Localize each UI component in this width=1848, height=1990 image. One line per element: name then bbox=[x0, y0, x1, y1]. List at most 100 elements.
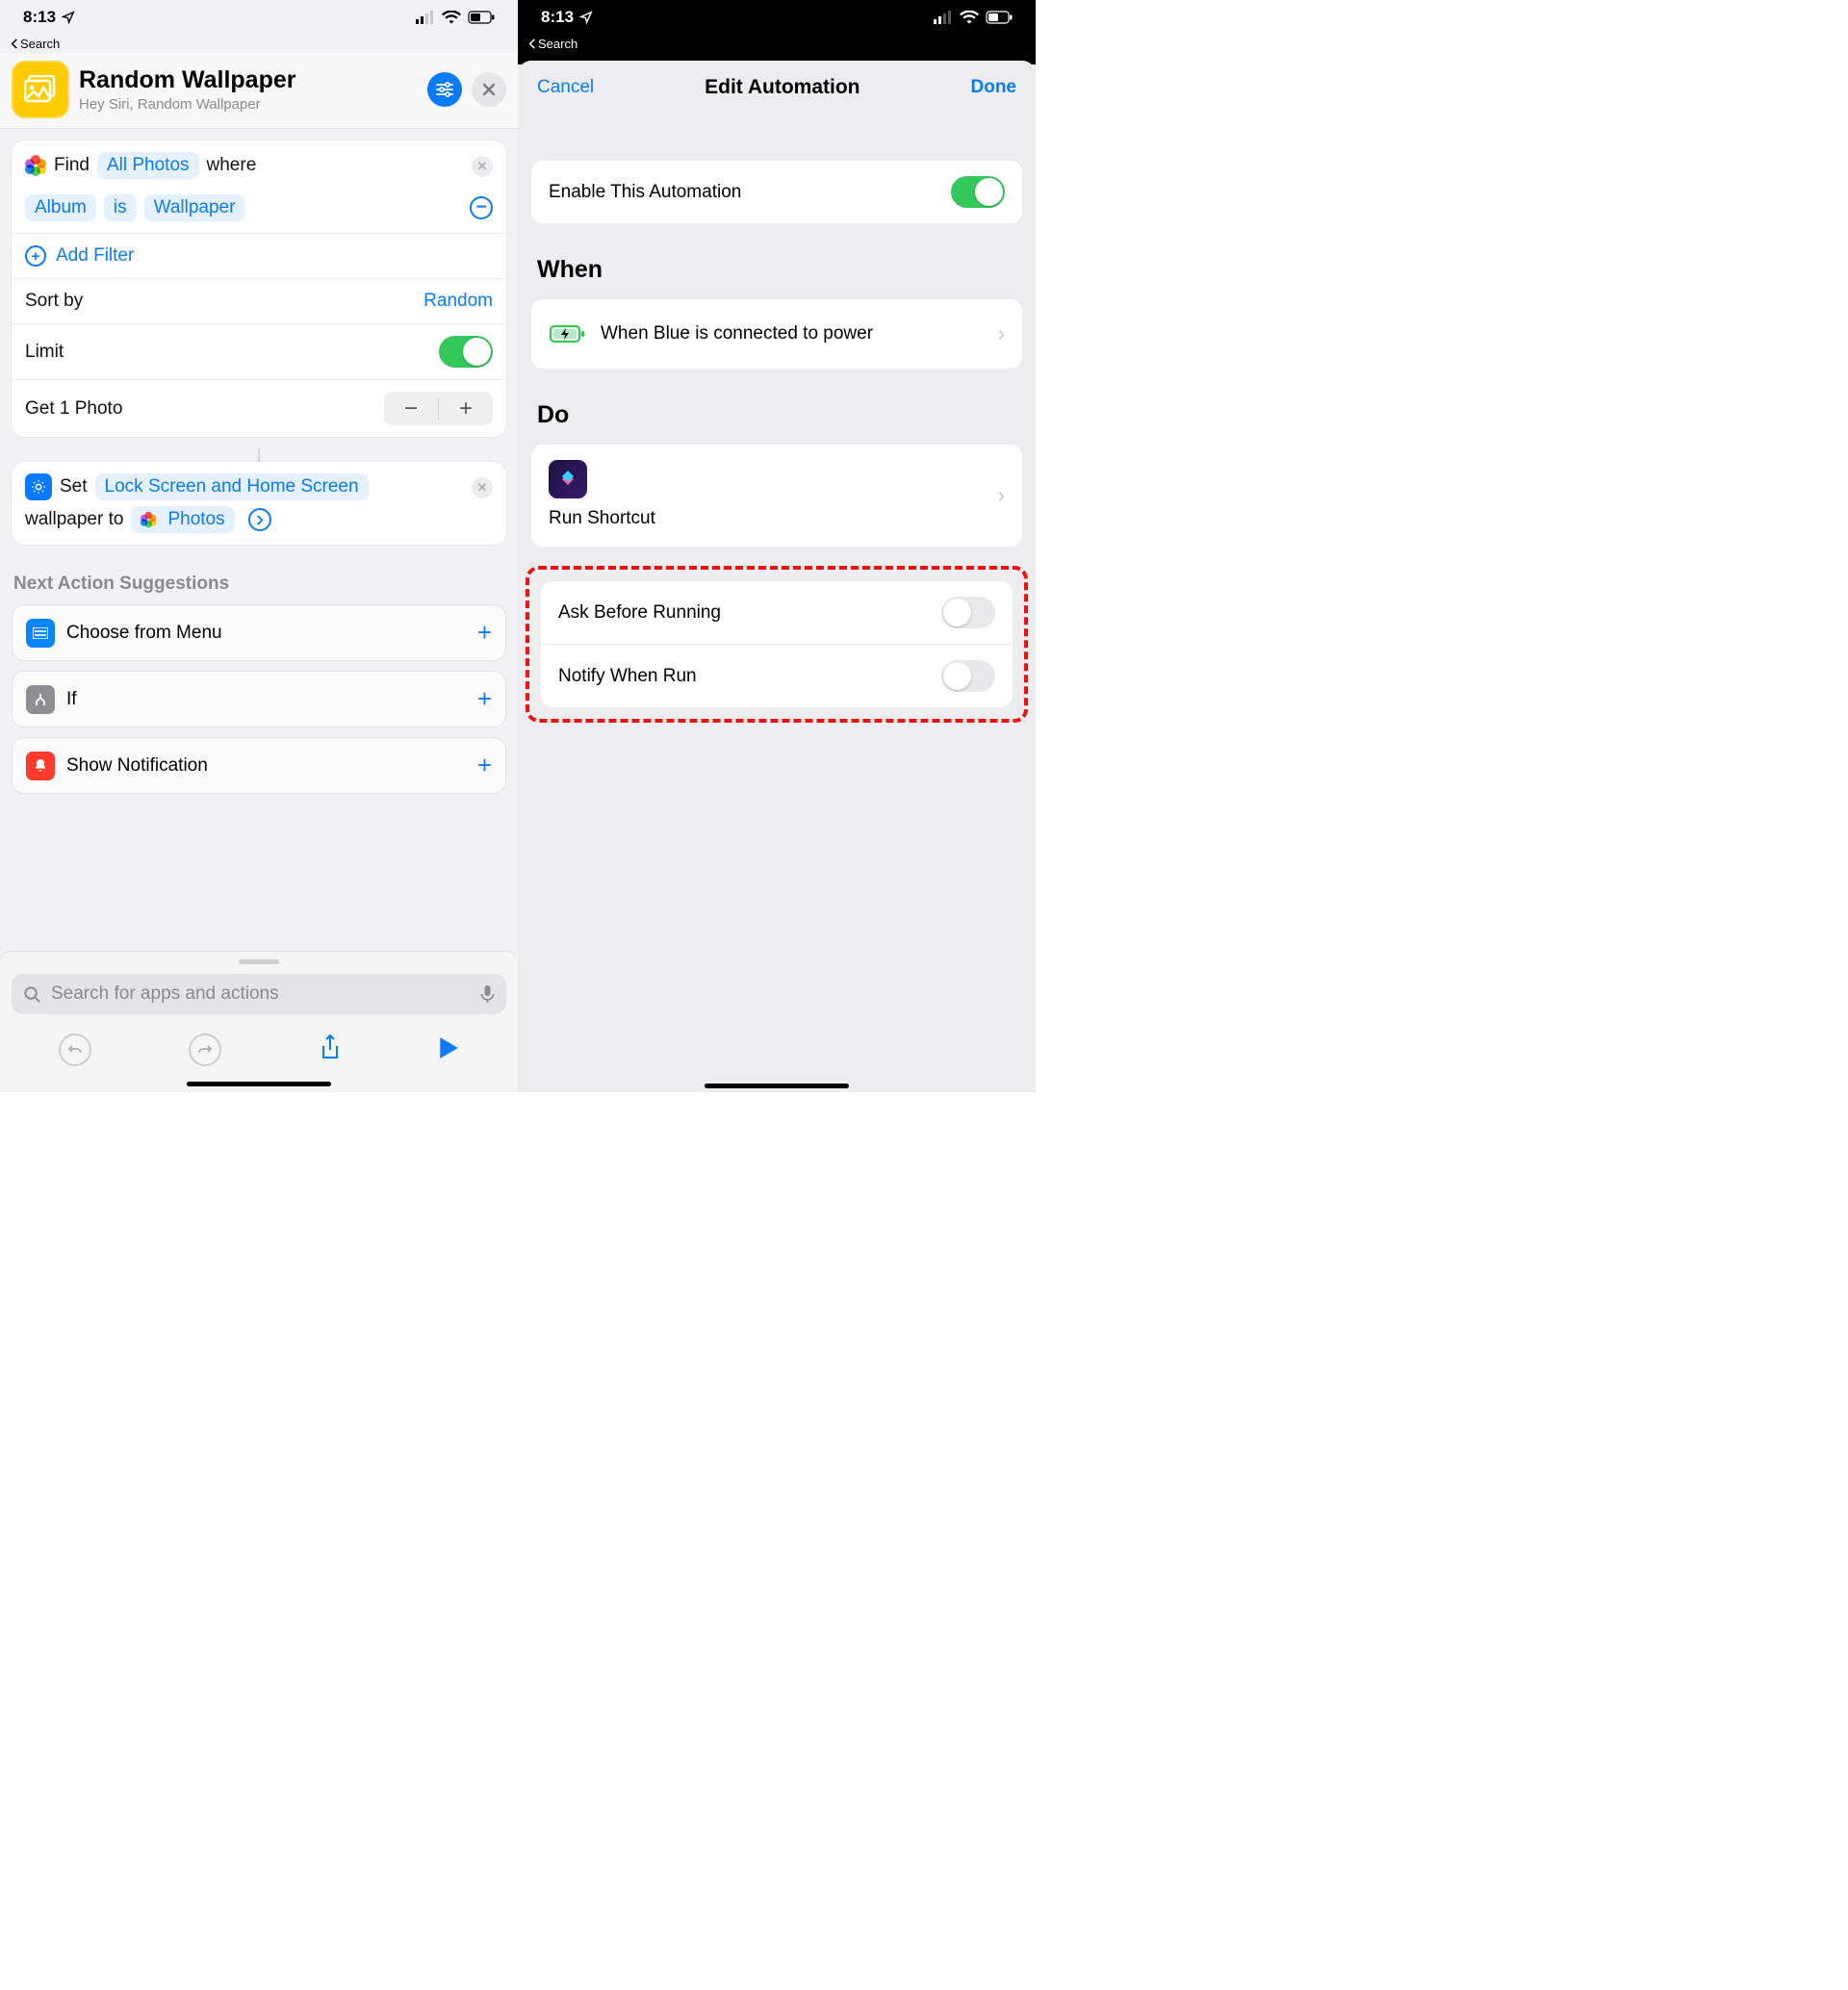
sort-by-label: Sort by bbox=[25, 291, 83, 312]
bottom-dock: Search for apps and actions bbox=[0, 951, 518, 1092]
filter-op-token[interactable]: is bbox=[104, 194, 137, 221]
photos-icon bbox=[141, 512, 157, 528]
share-button[interactable] bbox=[320, 1034, 341, 1066]
notification-icon bbox=[26, 752, 55, 780]
ask-label: Ask Before Running bbox=[558, 602, 721, 624]
mic-icon[interactable] bbox=[480, 984, 495, 1004]
remove-filter-button[interactable]: − bbox=[470, 196, 493, 219]
edit-automation-screen: 8:13 Search Cancel Edit Automation Done … bbox=[518, 0, 1036, 1092]
enable-automation-row: Enable This Automation bbox=[531, 161, 1022, 223]
plus-icon: + bbox=[25, 245, 46, 267]
do-action-label: Run Shortcut bbox=[549, 508, 655, 529]
grabber[interactable] bbox=[239, 959, 279, 964]
sort-by-row[interactable]: Sort by Random bbox=[12, 278, 506, 323]
battery-icon bbox=[468, 11, 495, 24]
photos-icon bbox=[25, 155, 46, 176]
set-wallpaper-action: Set Lock Screen and Home Screen wallpape… bbox=[12, 462, 506, 545]
when-header: When bbox=[518, 231, 1036, 292]
chevron-right-icon: › bbox=[998, 321, 1005, 346]
cancel-button[interactable]: Cancel bbox=[537, 77, 594, 98]
suggestion-notification[interactable]: Show Notification + bbox=[12, 737, 506, 794]
ask-before-running-toggle[interactable] bbox=[941, 597, 995, 628]
find-source-token[interactable]: All Photos bbox=[97, 152, 199, 179]
stepper-plus[interactable]: + bbox=[439, 392, 493, 425]
add-suggestion-icon[interactable]: + bbox=[477, 684, 492, 714]
limit-toggle[interactable] bbox=[439, 336, 493, 368]
location-icon bbox=[62, 11, 75, 24]
delete-action-icon[interactable]: ✕ bbox=[472, 477, 493, 498]
get-photo-label: Get 1 Photo bbox=[25, 398, 122, 420]
filter-field-token[interactable]: Album bbox=[25, 194, 96, 221]
add-suggestion-icon[interactable]: + bbox=[477, 618, 492, 648]
close-button[interactable] bbox=[472, 72, 506, 107]
suggestion-if[interactable]: If + bbox=[12, 671, 506, 727]
shortcut-header: Random Wallpaper Hey Siri, Random Wallpa… bbox=[0, 53, 518, 129]
add-suggestion-icon[interactable]: + bbox=[477, 751, 492, 780]
back-label: Search bbox=[538, 37, 578, 51]
ask-before-running-row: Ask Before Running bbox=[541, 581, 1013, 644]
notify-when-run-row: Notify When Run bbox=[541, 644, 1013, 707]
sort-by-value: Random bbox=[424, 291, 493, 312]
do-action-row[interactable]: Run Shortcut › bbox=[531, 445, 1022, 547]
when-trigger-row[interactable]: When Blue is connected to power › bbox=[531, 299, 1022, 369]
suggestion-label: If bbox=[66, 689, 77, 710]
get-photo-row: Get 1 Photo −+ bbox=[12, 379, 506, 437]
status-time: 8:13 bbox=[23, 8, 56, 27]
chevron-right-icon: › bbox=[998, 483, 1005, 508]
wifi-icon bbox=[442, 11, 461, 24]
home-indicator[interactable] bbox=[705, 1084, 849, 1088]
trigger-text: When Blue is connected to power bbox=[601, 323, 873, 344]
search-input[interactable]: Search for apps and actions bbox=[12, 974, 506, 1014]
do-header: Do bbox=[518, 376, 1036, 437]
wallpaper-icon bbox=[25, 473, 52, 500]
home-indicator[interactable] bbox=[187, 1082, 331, 1086]
shortcut-subtitle: Hey Siri, Random Wallpaper bbox=[79, 96, 296, 113]
status-bar: 8:13 bbox=[518, 0, 1036, 34]
highlighted-options-box: Ask Before Running Notify When Run bbox=[526, 566, 1028, 723]
limit-label: Limit bbox=[25, 342, 64, 363]
enable-automation-toggle[interactable] bbox=[951, 176, 1005, 208]
shortcut-title[interactable]: Random Wallpaper bbox=[79, 66, 296, 94]
expand-action-button[interactable] bbox=[248, 508, 271, 531]
menu-icon bbox=[26, 619, 55, 648]
search-placeholder: Search for apps and actions bbox=[51, 983, 471, 1005]
battery-icon bbox=[986, 11, 1013, 24]
shortcut-editor-screen: 8:13 Search Random Wallpaper Hey Siri, R… bbox=[0, 0, 518, 1092]
add-filter-label: Add Filter bbox=[56, 245, 134, 267]
status-time: 8:13 bbox=[541, 8, 574, 27]
undo-button[interactable] bbox=[59, 1033, 91, 1066]
photo-count-stepper[interactable]: −+ bbox=[384, 392, 493, 425]
charging-icon bbox=[549, 315, 587, 353]
notify-label: Notify When Run bbox=[558, 666, 697, 687]
redo-button[interactable] bbox=[189, 1033, 221, 1066]
enable-label: Enable This Automation bbox=[549, 182, 741, 203]
wifi-icon bbox=[960, 11, 979, 24]
suggestion-label: Choose from Menu bbox=[66, 623, 222, 644]
settings-button[interactable] bbox=[427, 72, 462, 107]
play-button[interactable] bbox=[438, 1036, 459, 1064]
signal-icon bbox=[934, 11, 953, 24]
back-to-search[interactable]: Search bbox=[518, 34, 1036, 53]
shortcuts-app-icon bbox=[549, 460, 587, 498]
shortcut-app-icon bbox=[12, 61, 69, 118]
stepper-minus[interactable]: − bbox=[384, 392, 438, 425]
wallpaper-target-token[interactable]: Lock Screen and Home Screen bbox=[95, 473, 369, 500]
wallpaper-to-label: wallpaper to bbox=[25, 509, 123, 530]
back-to-search[interactable]: Search bbox=[0, 34, 518, 53]
delete-action-icon[interactable]: ✕ bbox=[472, 156, 493, 177]
done-button[interactable]: Done bbox=[971, 77, 1017, 98]
location-icon bbox=[579, 11, 593, 24]
suggestion-label: Show Notification bbox=[66, 755, 208, 777]
set-label: Set bbox=[60, 476, 88, 498]
where-label: where bbox=[207, 155, 257, 176]
find-photos-action: Find All Photos where ✕ Album is Wallpap… bbox=[12, 140, 506, 437]
notify-when-run-toggle[interactable] bbox=[941, 660, 995, 692]
wallpaper-source-token[interactable]: Photos bbox=[131, 506, 234, 533]
modal-title: Edit Automation bbox=[705, 76, 860, 99]
add-filter-row[interactable]: + Add Filter bbox=[12, 233, 506, 278]
suggestion-choose-menu[interactable]: Choose from Menu + bbox=[12, 604, 506, 661]
filter-value-token[interactable]: Wallpaper bbox=[144, 194, 245, 221]
connector-line bbox=[258, 448, 260, 462]
suggestions-header: Next Action Suggestions bbox=[0, 556, 518, 604]
status-bar: 8:13 bbox=[0, 0, 518, 34]
